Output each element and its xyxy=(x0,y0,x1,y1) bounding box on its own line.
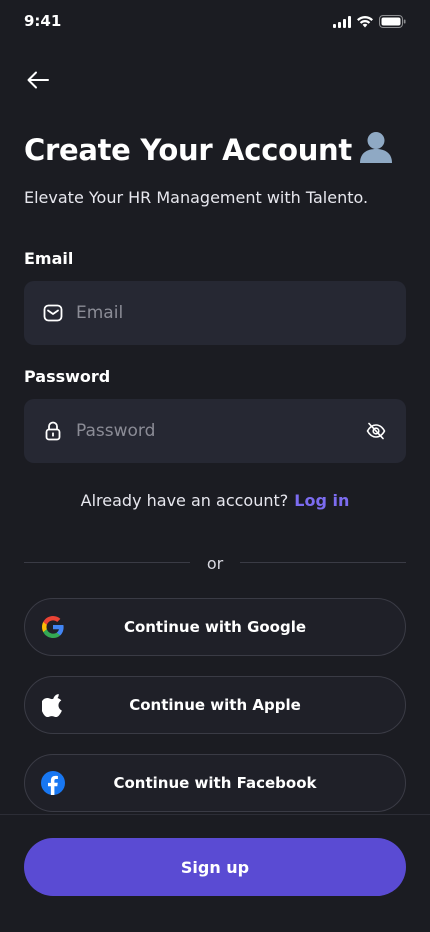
password-input[interactable] xyxy=(76,399,364,463)
eye-off-icon xyxy=(366,422,386,440)
divider-or-text: or xyxy=(206,554,224,573)
login-prompt-text: Already have an account? xyxy=(80,491,289,510)
page-title-text: Create Your Account xyxy=(24,133,352,167)
login-prompt: Already have an account? Log in xyxy=(0,491,430,510)
status-bar: 9:41 xyxy=(0,0,430,44)
status-time: 9:41 xyxy=(24,12,62,30)
apple-icon xyxy=(41,693,65,717)
continue-with-facebook-button[interactable]: Continue with Facebook xyxy=(24,754,406,812)
arrow-left-icon xyxy=(27,71,49,89)
toggle-password-visibility-button[interactable] xyxy=(364,419,388,443)
google-icon xyxy=(41,615,65,639)
sign-up-button[interactable]: Sign up xyxy=(24,838,406,896)
email-label: Email xyxy=(24,249,74,268)
email-field[interactable] xyxy=(24,281,406,345)
continue-with-google-label: Continue with Google xyxy=(123,618,307,636)
login-link[interactable]: Log in xyxy=(294,491,349,510)
facebook-icon xyxy=(41,771,65,795)
user-avatar-icon xyxy=(358,130,394,171)
mail-icon xyxy=(42,302,64,324)
sign-up-label: Sign up xyxy=(180,857,250,877)
page-subtitle: Elevate Your HR Management with Talento. xyxy=(24,188,369,207)
continue-with-facebook-label: Continue with Facebook xyxy=(113,774,317,792)
continue-with-apple-label: Continue with Apple xyxy=(129,696,301,714)
create-account-screen: 9:41 Create Your Account Elevate Your HR… xyxy=(0,0,430,932)
password-field[interactable] xyxy=(24,399,406,463)
email-input[interactable] xyxy=(76,281,388,345)
continue-with-apple-button[interactable]: Continue with Apple xyxy=(24,676,406,734)
back-button[interactable] xyxy=(24,68,52,92)
page-title: Create Your Account xyxy=(24,130,394,171)
status-icons xyxy=(333,13,406,32)
password-label: Password xyxy=(24,367,111,386)
cellular-signal-icon xyxy=(333,13,351,32)
continue-with-google-button[interactable]: Continue with Google xyxy=(24,598,406,656)
wifi-icon xyxy=(357,13,373,32)
battery-icon xyxy=(379,13,406,32)
lock-icon xyxy=(42,420,64,442)
